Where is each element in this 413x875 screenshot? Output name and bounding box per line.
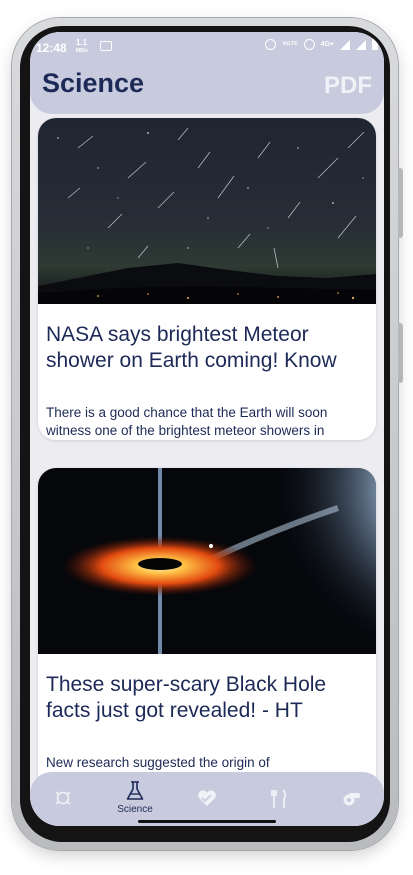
nav-item-science[interactable]: Science: [110, 780, 160, 815]
pdf-button[interactable]: PDF: [324, 72, 372, 100]
black-hole-image[interactable]: [38, 468, 376, 654]
nav-item-health[interactable]: [182, 788, 232, 808]
bottom-nav: Science: [30, 772, 384, 826]
network-type: 4G+: [320, 41, 334, 48]
screen: 12:48 1.1 MB/s VoLTE 4G+ Science PDF NAS…: [30, 32, 384, 826]
nav-label-science: Science: [117, 804, 153, 815]
signal-icon: [340, 39, 350, 50]
article-title[interactable]: NASA says brightest Meteor shower on Ear…: [46, 322, 366, 374]
nav-item-space[interactable]: [38, 788, 88, 808]
hotspot-icon: [303, 39, 315, 50]
signal-icon-2: [356, 39, 366, 50]
status-time: 12:48: [36, 41, 67, 55]
nav-item-sports[interactable]: [326, 788, 376, 808]
network-speed-value: 1.1: [76, 38, 88, 47]
status-bar: 12:48 1.1 MB/s VoLTE 4G+: [30, 32, 384, 62]
heart-icon: [198, 790, 216, 806]
page-title: Science: [42, 68, 145, 98]
meteor-shower-image[interactable]: [38, 118, 376, 304]
home-indicator[interactable]: [138, 820, 276, 823]
volume-button: [398, 168, 403, 238]
flask-icon: [126, 781, 144, 800]
nav-item-food[interactable]: [254, 788, 304, 810]
power-button: [398, 323, 403, 383]
app-header: Science PDF: [30, 60, 384, 114]
battery-icon: [372, 39, 378, 50]
network-speed: 1.1 MB/s: [76, 39, 88, 55]
article-feed[interactable]: NASA says brightest Meteor shower on Ear…: [30, 114, 384, 826]
whistle-icon: [343, 793, 360, 806]
article-description: There is a good chance that the Earth wi…: [46, 405, 328, 438]
planet-icon: [55, 791, 71, 805]
message-icon: [100, 41, 112, 51]
fork-knife-icon: [271, 789, 287, 808]
article-title[interactable]: These super-scary Black Hole facts just …: [46, 672, 366, 724]
status-icons: VoLTE 4G+: [265, 39, 378, 50]
alarm-icon: [265, 39, 277, 50]
article-card[interactable]: NASA says brightest Meteor shower on Ear…: [38, 118, 376, 440]
network-speed-unit: MB/s: [76, 48, 88, 54]
volte-label: VoLTE: [282, 41, 298, 47]
